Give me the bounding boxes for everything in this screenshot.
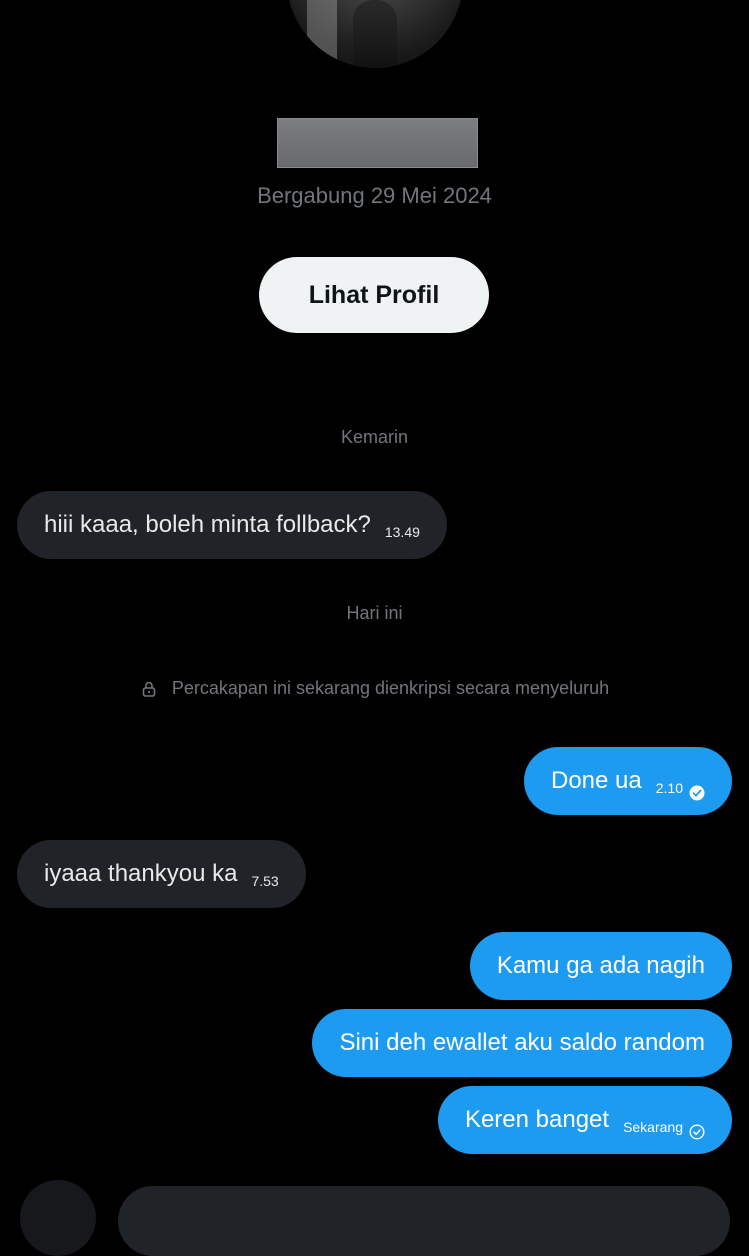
message-bubble-outgoing[interactable]: Kamu ga ada nagih [469, 932, 732, 1000]
date-separator-today: Hari ini [346, 603, 403, 623]
joined-date: Bergabung 29 Mei 2024 [257, 183, 492, 208]
message-text: Done ua [551, 767, 642, 794]
date-separator-yesterday: Kemarin [340, 427, 409, 447]
encryption-notice-text: Percakapan ini sekarang dienkripsi secar… [171, 678, 610, 698]
message-bubble-outgoing[interactable]: Sini deh ewallet aku saldo random [312, 1009, 732, 1077]
lock-icon [140, 680, 158, 698]
encryption-notice: Percakapan ini sekarang dienkripsi secar… [0, 678, 749, 699]
profile-avatar[interactable] [287, 0, 463, 68]
view-profile-button[interactable]: Lihat Profil [259, 257, 489, 333]
message-text: Sini deh ewallet aku saldo random [339, 1029, 705, 1056]
message-text: iyaaa thankyou ka [44, 860, 238, 887]
message-bubble-outgoing[interactable]: Done ua 2.10 [524, 747, 732, 815]
message-input[interactable] [118, 1186, 730, 1256]
message-time: 2.10 [655, 780, 683, 796]
message-text: hiii kaaa, boleh minta follback? [44, 511, 371, 538]
message-bubble-outgoing[interactable]: Keren banget Sekarang [437, 1086, 732, 1154]
message-time: 7.53 [251, 873, 279, 889]
read-check-icon [689, 780, 705, 801]
message-time: Sekarang [623, 1119, 683, 1135]
message-text: Kamu ga ada nagih [496, 952, 705, 979]
message-bubble-incoming[interactable]: iyaaa thankyou ka 7.53 [17, 840, 306, 908]
message-bubble-incoming[interactable]: hiii kaaa, boleh minta follback? 13.49 [17, 491, 447, 559]
sent-check-icon [689, 1119, 705, 1140]
message-time: 13.49 [384, 524, 420, 540]
redacted-profile-name [277, 118, 478, 168]
attach-button[interactable] [20, 1180, 96, 1256]
message-text: Keren banget [464, 1106, 610, 1133]
